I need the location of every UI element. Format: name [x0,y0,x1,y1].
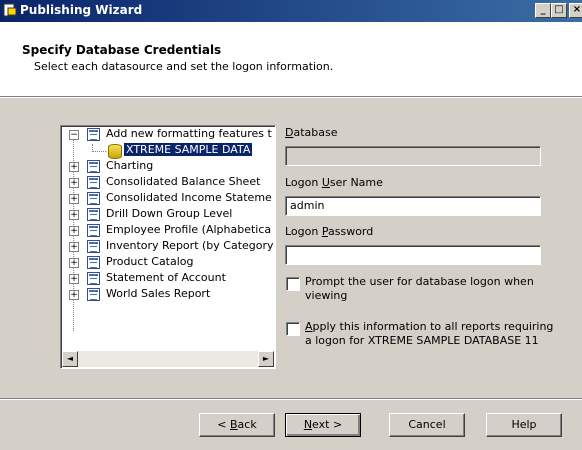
prompt-user-label: Prompt the user for database logon when … [305,275,534,302]
maximize-button[interactable]: □ [551,3,567,18]
tree-item[interactable]: Statement of Account [106,270,226,286]
tree-item-label: World Sales Report [106,287,211,300]
tree-item-label: Add new formatting features t [106,127,272,140]
expand-icon[interactable]: + [69,274,79,284]
apply-to-all-checkbox[interactable] [286,322,300,336]
wizard-app-icon [3,3,17,17]
tree-item-label: Product Catalog [106,255,194,268]
expand-icon[interactable]: + [69,178,79,188]
scroll-left-icon[interactable]: ◄ [62,351,78,367]
database-field[interactable] [285,146,541,166]
tree-item[interactable]: Product Catalog [106,254,194,270]
prompt-user-checkbox[interactable] [286,277,300,291]
tree-item-label: Drill Down Group Level [106,207,233,220]
expand-icon[interactable]: + [69,162,79,172]
cancel-button[interactable]: Cancel [389,413,465,437]
database-icon [108,144,122,159]
tree-item[interactable]: World Sales Report [106,286,210,302]
logon-user-name-label: Logon User Name [285,176,383,189]
report-icon [87,256,100,269]
report-icon [87,272,100,285]
tree-item[interactable]: Employee Profile (Alphabetica [106,222,271,238]
report-icon [87,192,100,205]
expand-icon[interactable]: + [69,290,79,300]
tree-line [92,151,106,152]
report-icon [87,224,100,237]
tree-item-label: Inventory Report (by Category [106,239,274,252]
help-button[interactable]: Help [486,413,562,437]
expand-icon[interactable]: + [69,226,79,236]
tree-item-label: Consolidated Income Stateme [106,191,272,204]
tree-item[interactable]: Inventory Report (by Category [106,238,274,254]
tree-item-selected[interactable]: XTREME SAMPLE DATA [122,142,254,158]
tree-item-label: Employee Profile (Alphabetica [106,223,272,236]
tree-item[interactable]: Consolidated Balance Sheet [106,174,260,190]
tree-item-label: Charting [106,159,154,172]
minimize-button[interactable]: _ [535,3,551,18]
tree-item[interactable]: Drill Down Group Level [106,206,232,222]
tree-item-label: Statement of Account [106,271,226,284]
report-icon [87,288,100,301]
report-icon [87,160,100,173]
tree-item[interactable]: Add new formatting features t [106,126,272,142]
report-icon [87,176,100,189]
tree-item-label: Consolidated Balance Sheet [106,175,261,188]
back-button[interactable]: < Back [199,413,275,437]
expand-icon[interactable]: + [69,194,79,204]
tree-item[interactable]: Charting [106,158,153,174]
apply-to-all-label: Apply this information to all reports re… [305,320,554,347]
page-subtitle: Select each datasource and set the logon… [34,60,334,73]
header-divider [0,97,582,98]
wizard-header: Specify Database Credentials Select each… [0,22,582,97]
collapse-icon[interactable]: − [69,130,79,140]
title-bar: Publishing Wizard _ □ × [0,0,582,22]
next-button[interactable]: Next > [285,413,361,437]
expand-icon[interactable]: + [69,258,79,268]
expand-icon[interactable]: + [69,210,79,220]
logon-password-field[interactable] [285,245,541,265]
page-title: Specify Database Credentials [22,43,222,57]
scroll-right-icon[interactable]: ► [258,351,274,367]
database-label: Database [285,126,338,139]
tree-item-label: XTREME SAMPLE DATA [122,142,254,157]
tree-horizontal-scrollbar[interactable]: ◄ ► [62,351,274,367]
footer-divider-highlight [0,399,582,400]
datasource-tree[interactable]: − Add new formatting features t XTREME S… [60,125,276,369]
logon-password-label: Logon Password [285,225,374,238]
expand-icon[interactable]: + [69,242,79,252]
tree-item[interactable]: Consolidated Income Stateme [106,190,272,206]
logon-user-name-field[interactable]: admin [285,196,541,216]
report-icon [87,128,100,141]
report-icon [87,208,100,221]
close-button[interactable]: × [569,3,582,18]
report-icon [87,240,100,253]
window-title: Publishing Wizard [20,3,143,17]
